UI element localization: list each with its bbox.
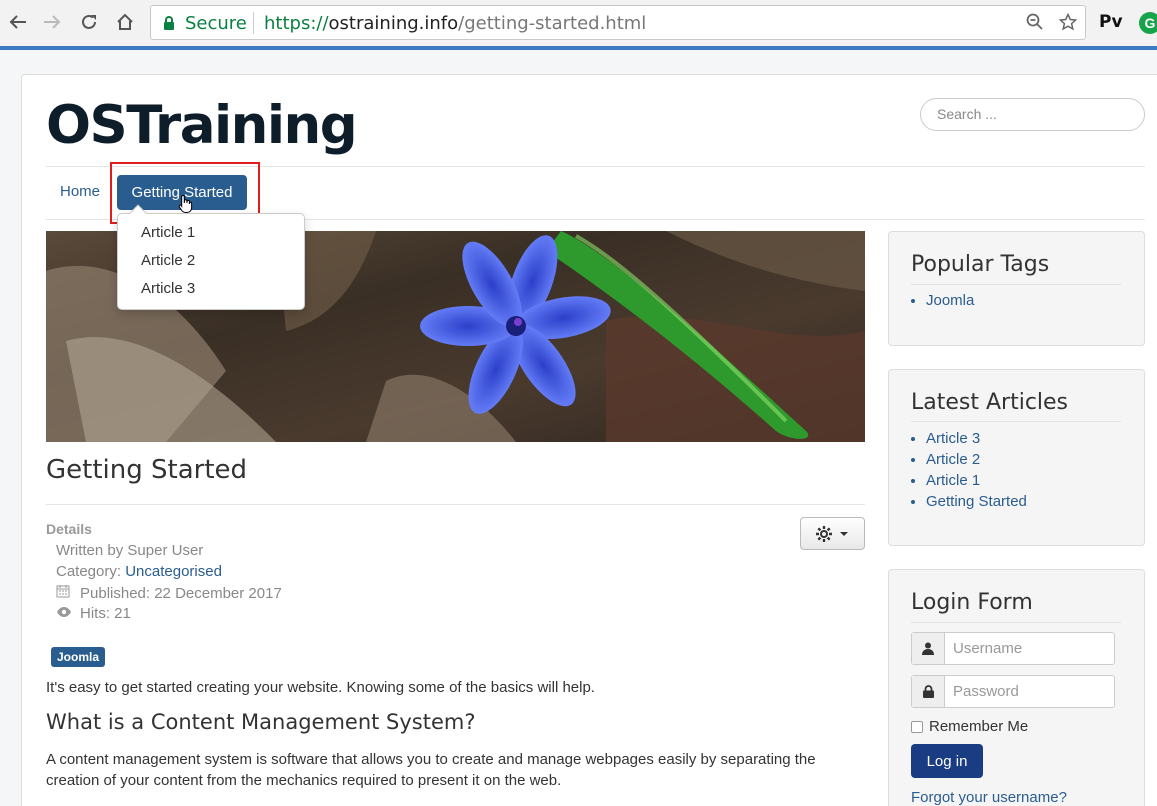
forgot-username-link[interactable]: Forgot your username? xyxy=(911,789,1067,806)
popular-tag-joomla[interactable]: Joomla xyxy=(926,290,974,311)
caret-down-icon xyxy=(840,531,848,536)
article-paragraph-line-1: A content management system is software … xyxy=(46,751,816,768)
latest-article-link[interactable]: Article 2 xyxy=(926,449,1027,470)
submenu-item-article-3[interactable]: Article 3 xyxy=(118,279,304,307)
tag-badge-joomla[interactable]: Joomla xyxy=(51,647,106,667)
category-text: Category: Uncategorised xyxy=(56,563,222,580)
latest-articles-panel: Latest Articles Article 3 Article 2 Arti… xyxy=(888,369,1145,546)
browser-toolbar: Secure https://ostraining.info/getting-s… xyxy=(0,0,1157,46)
eye-icon xyxy=(56,605,72,622)
url-path: /getting-started.html xyxy=(458,13,647,34)
popular-tags-panel: Popular Tags Joomla xyxy=(888,231,1145,346)
gear-icon xyxy=(816,525,832,542)
details-label: Details xyxy=(46,521,92,537)
search-input[interactable]: Search ... xyxy=(920,98,1145,131)
latest-article-link[interactable]: Article 1 xyxy=(926,470,1027,491)
submenu-item-article-2[interactable]: Article 2 xyxy=(118,251,304,279)
panel-divider xyxy=(911,284,1121,285)
user-icon xyxy=(912,633,945,664)
published-text: Published: 22 December 2017 xyxy=(56,584,282,602)
login-title: Login Form xyxy=(911,590,1033,615)
popular-tags-title: Popular Tags xyxy=(911,252,1050,277)
secure-label: Secure xyxy=(185,13,247,34)
toolbar-divider xyxy=(0,46,1157,50)
lock-icon xyxy=(912,676,945,707)
category-link[interactable]: Uncategorised xyxy=(125,563,222,580)
category-label: Category: xyxy=(56,563,126,580)
section-heading: What is a Content Management System? xyxy=(46,710,476,734)
url-scheme: https:// xyxy=(264,13,329,34)
hits-text: Hits: 21 xyxy=(56,605,131,622)
remember-me[interactable]: Remember Me xyxy=(911,718,1028,735)
remember-checkbox[interactable] xyxy=(911,720,923,733)
extension-grammarly-icon[interactable]: G xyxy=(1139,12,1157,34)
hand-cursor-icon xyxy=(178,194,193,213)
author-text: Written by Super User xyxy=(56,542,204,559)
popular-tags-list: Joomla xyxy=(926,290,974,311)
hits-count: Hits: 21 xyxy=(80,605,131,622)
username-field[interactable]: Username xyxy=(911,632,1115,665)
panel-divider xyxy=(911,421,1121,422)
article-title: Getting Started xyxy=(46,455,248,485)
login-button[interactable]: Log in xyxy=(911,744,983,778)
url-host: ostraining.info xyxy=(328,13,459,34)
forward-arrow-icon[interactable] xyxy=(38,8,66,36)
published-date: Published: 22 December 2017 xyxy=(80,585,282,602)
lock-icon xyxy=(164,16,174,30)
article-intro: It's easy to get started creating your w… xyxy=(46,679,595,696)
home-icon[interactable] xyxy=(111,8,139,36)
reload-icon[interactable] xyxy=(75,8,103,36)
site-brand[interactable]: OSTraining xyxy=(46,95,358,156)
latest-articles-title: Latest Articles xyxy=(911,390,1069,415)
url-text: https://ostraining.info/getting-started.… xyxy=(264,13,646,34)
submenu-item-article-1[interactable]: Article 1 xyxy=(118,223,304,251)
extension-pv-icon[interactable]: Pv xyxy=(1099,12,1123,32)
latest-article-link[interactable]: Article 3 xyxy=(926,428,1027,449)
panel-divider xyxy=(911,622,1121,623)
username-placeholder: Username xyxy=(953,640,1023,657)
article-paragraph-line-2: creation of your content from the mechan… xyxy=(46,772,562,789)
address-bar[interactable]: Secure https://ostraining.info/getting-s… xyxy=(150,5,1086,40)
password-placeholder: Password xyxy=(953,683,1019,700)
address-separator xyxy=(253,12,254,34)
latest-articles-list: Article 3 Article 2 Article 1 Getting St… xyxy=(926,428,1027,512)
calendar-icon xyxy=(56,584,72,602)
zoom-icon[interactable] xyxy=(1026,13,1044,36)
submenu-dropdown: Article 1 Article 2 Article 3 xyxy=(117,204,305,310)
password-field[interactable]: Password xyxy=(911,675,1115,708)
bookmark-star-icon[interactable] xyxy=(1058,12,1078,36)
back-arrow-icon[interactable] xyxy=(4,8,32,36)
latest-article-link[interactable]: Getting Started xyxy=(926,491,1027,512)
remember-label: Remember Me xyxy=(929,718,1029,735)
title-divider xyxy=(46,504,865,505)
menu-item-home[interactable]: Home xyxy=(60,183,100,200)
article-tools-button[interactable] xyxy=(800,517,865,550)
